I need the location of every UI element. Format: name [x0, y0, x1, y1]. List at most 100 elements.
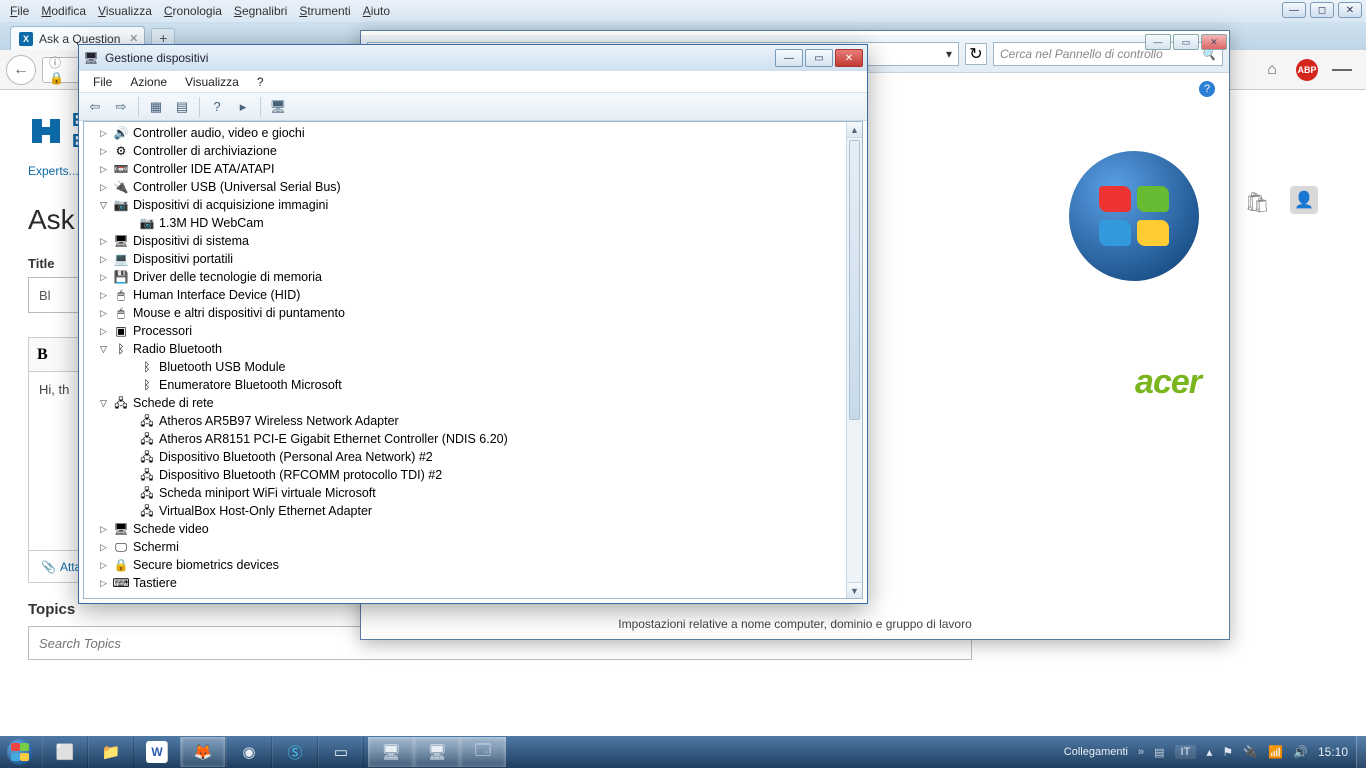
dm-tree[interactable]: 🔊Controller audio, video e giochi⚙Contro… [84, 122, 846, 598]
cp-maximize-button[interactable]: ▭ [1173, 34, 1199, 50]
tray-power-icon[interactable]: 🔌 [1243, 745, 1258, 759]
device-tree-item[interactable]: ⌨Tastiere [84, 574, 846, 592]
expand-icon[interactable] [98, 200, 109, 211]
expand-icon[interactable] [98, 128, 109, 139]
expand-icon[interactable] [98, 164, 109, 175]
expand-icon[interactable] [98, 578, 109, 589]
device-tree-item[interactable]: 🖱Mouse e altri dispositivi di puntamento [84, 304, 846, 322]
device-tree-item[interactable]: 🖱Human Interface Device (HID) [84, 286, 846, 304]
expand-icon[interactable] [98, 182, 109, 193]
tray-flag-icon[interactable]: ⚑ [1222, 745, 1233, 759]
expand-icon[interactable] [98, 254, 109, 265]
cp-close-button[interactable]: ✕ [1201, 34, 1227, 50]
device-tree-item[interactable]: 🖵Schermi [84, 538, 846, 556]
dm-menu-action[interactable]: Azione [122, 73, 175, 91]
tray-up-icon[interactable]: ▴ [1206, 745, 1212, 759]
expand-icon[interactable] [98, 146, 109, 157]
dm-scan-button[interactable]: 🖥 [266, 96, 290, 118]
expand-icon[interactable] [98, 308, 109, 319]
dm-help-button[interactable]: ? [205, 96, 229, 118]
tray-network-icon[interactable]: 📶 [1268, 745, 1283, 759]
tb-word[interactable]: W [146, 741, 168, 763]
scroll-thumb[interactable] [849, 140, 860, 420]
dm-maximize-button[interactable]: ▭ [805, 49, 833, 67]
expand-icon[interactable] [98, 236, 109, 247]
scroll-up-icon[interactable]: ▲ [847, 122, 862, 138]
device-tree-item[interactable]: 🔌Controller USB (Universal Serial Bus) [84, 178, 846, 196]
device-tree-item[interactable]: ᛒBluetooth USB Module [84, 358, 846, 376]
dm-menu-help[interactable]: ? [249, 73, 272, 91]
home-icon[interactable]: ⌂ [1262, 60, 1282, 80]
dm-menu-view[interactable]: Visualizza [177, 73, 247, 91]
start-button[interactable] [0, 736, 40, 768]
ff-minimize-button[interactable]: — [1282, 2, 1306, 18]
tray-volume-icon[interactable]: 🔊 [1293, 745, 1308, 759]
dm-scrollbar[interactable]: ▲ ▼ [846, 122, 862, 598]
back-button[interactable]: ← [6, 55, 36, 85]
device-tree-item[interactable]: 🖧Schede di rete [84, 394, 846, 412]
tb-chrome[interactable]: ◉ [226, 737, 272, 767]
device-tree-item[interactable]: 🖧Atheros AR8151 PCI-E Gigabit Ethernet C… [84, 430, 846, 448]
device-tree-item[interactable]: 🖧Dispositivo Bluetooth (Personal Area Ne… [84, 448, 846, 466]
cp-refresh-button[interactable]: ↻ [965, 43, 987, 65]
device-tree-item[interactable]: ⚙Controller di archiviazione [84, 142, 846, 160]
device-tree-item[interactable]: 📼Controller IDE ATA/ATAPI [84, 160, 846, 178]
tray-clock[interactable]: 15:10 [1318, 745, 1348, 759]
expand-icon[interactable] [98, 344, 109, 355]
dm-forward-button[interactable]: ⇨ [109, 96, 133, 118]
ff-close-button[interactable]: ✕ [1338, 2, 1362, 18]
device-tree-item[interactable]: 🔒Secure biometrics devices [84, 556, 846, 574]
expand-icon[interactable] [98, 560, 109, 571]
device-tree-item[interactable]: 🖧Dispositivo Bluetooth (RFCOMM protocoll… [84, 466, 846, 484]
dm-close-button[interactable]: ✕ [835, 49, 863, 67]
adblock-icon[interactable]: ABP [1296, 59, 1318, 81]
ff-menu-view[interactable]: Visualizza [92, 2, 158, 20]
menu-icon[interactable] [1332, 60, 1352, 80]
expand-icon[interactable] [98, 542, 109, 553]
expand-icon[interactable] [98, 272, 109, 283]
ff-menu-bookmarks[interactable]: Segnalibri [228, 2, 293, 20]
scroll-down-icon[interactable]: ▼ [847, 582, 862, 598]
expand-icon[interactable] [98, 398, 109, 409]
tb-cp[interactable]: 🖥 [368, 737, 414, 767]
tb-other[interactable]: 🗔 [460, 737, 506, 767]
ff-maximize-button[interactable]: ◻ [1310, 2, 1334, 18]
cp-minimize-button[interactable]: — [1145, 34, 1171, 50]
tray-links[interactable]: Collegamenti [1064, 746, 1128, 758]
dm-properties-button[interactable]: ▸ [231, 96, 255, 118]
dm-back-button[interactable]: ⇦ [83, 96, 107, 118]
tray-language[interactable]: IT [1175, 745, 1197, 759]
device-tree-item[interactable]: 🖧Scheda miniport WiFi virtuale Microsoft [84, 484, 846, 502]
ff-menu-help[interactable]: Aiuto [357, 2, 396, 20]
device-tree-item[interactable]: 🖧Atheros AR5B97 Wireless Network Adapter [84, 412, 846, 430]
device-tree-item[interactable]: 🔊Controller audio, video e giochi [84, 124, 846, 142]
dm-details-button[interactable]: ▤ [170, 96, 194, 118]
tb-dm[interactable]: 🖥 [414, 737, 460, 767]
device-tree-item[interactable]: ᛒRadio Bluetooth [84, 340, 846, 358]
ff-menu-tools[interactable]: Strumenti [293, 2, 356, 20]
dm-titlebar[interactable]: 🖥 Gestione dispositivi — ▭ ✕ [79, 45, 867, 71]
ff-menu-history[interactable]: Cronologia [158, 2, 228, 20]
device-tree-item[interactable]: 🖥Dispositivi di sistema [84, 232, 846, 250]
dm-menu-file[interactable]: File [85, 73, 120, 91]
device-tree-item[interactable]: ᛒEnumeratore Bluetooth Microsoft [84, 376, 846, 394]
tb-firefox[interactable]: 🦊 [180, 737, 226, 767]
expand-icon[interactable] [98, 290, 109, 301]
device-tree-item[interactable]: ▣Processori [84, 322, 846, 340]
url-bar[interactable]: ⓘ 🔒 [42, 57, 82, 83]
ff-menu-file[interactable]: File [4, 2, 35, 20]
dm-view-button[interactable]: ▦ [144, 96, 168, 118]
tb-explorer[interactable]: 📁 [88, 737, 134, 767]
tb-app-1[interactable]: ⬜ [42, 737, 88, 767]
device-tree-item[interactable]: 🖥Schede video [84, 520, 846, 538]
dm-minimize-button[interactable]: — [775, 49, 803, 67]
device-tree-item[interactable]: 💻Dispositivi portatili [84, 250, 846, 268]
show-desktop-button[interactable] [1356, 736, 1366, 768]
device-tree-item[interactable]: 📷Dispositivi di acquisizione immagini [84, 196, 846, 214]
device-tree-item[interactable]: 📷1.3M HD WebCam [84, 214, 846, 232]
ff-menu-edit[interactable]: Modifica [35, 2, 92, 20]
shopping-icon[interactable]: 🛍 [1245, 190, 1270, 215]
tb-skype[interactable]: Ⓢ [272, 737, 318, 767]
expand-icon[interactable] [98, 524, 109, 535]
tb-app-2[interactable]: ▭ [318, 737, 364, 767]
